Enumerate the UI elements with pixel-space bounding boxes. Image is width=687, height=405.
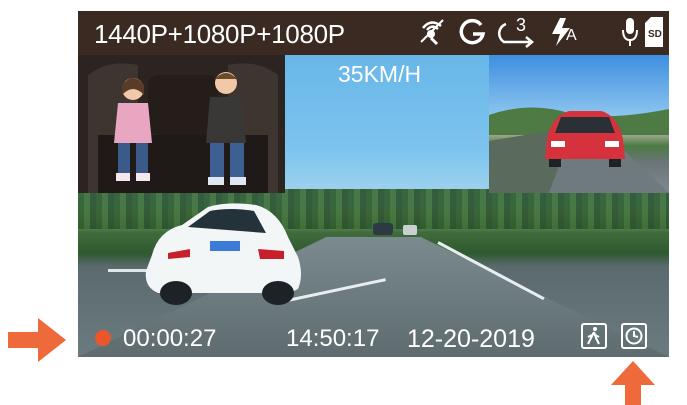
timelapse-clock-icon bbox=[621, 323, 647, 349]
up-arrow-icon bbox=[611, 361, 655, 405]
speed-readout: 35KM/H bbox=[338, 61, 422, 87]
g-sensor-icon bbox=[456, 15, 490, 49]
recording-indicator bbox=[95, 330, 111, 346]
left-arrow-icon bbox=[8, 318, 66, 362]
gps-icon bbox=[416, 15, 450, 49]
loop-minutes: 3 bbox=[516, 15, 527, 35]
recording-date: 12-20-2019 bbox=[407, 325, 535, 353]
white-car bbox=[145, 203, 301, 305]
rear-camera-inset bbox=[489, 55, 669, 193]
auto-flash-icon: A bbox=[544, 15, 578, 49]
loop-recording-icon: 3 bbox=[496, 15, 538, 49]
sd-card-icon: SD bbox=[642, 15, 666, 49]
parking-monitor-icon bbox=[581, 323, 607, 349]
sd-card-label: SD bbox=[648, 29, 662, 40]
distant-car bbox=[403, 225, 417, 235]
resolution-label: 1440P+1080P+1080P bbox=[94, 19, 345, 49]
dashcam-screen: 35KM/H 1440P+1080P+1080P 3 A SD 00:00:27… bbox=[78, 11, 669, 357]
distant-car bbox=[373, 223, 393, 235]
flash-mode-label: A bbox=[566, 27, 577, 44]
elapsed-time: 00:00:27 bbox=[123, 325, 217, 352]
recording-info-bar: 00:00:27 14:50:17 12-20-2019 bbox=[78, 317, 669, 357]
status-bar: 1440P+1080P+1080P 3 A SD bbox=[78, 11, 669, 55]
microphone-icon bbox=[618, 15, 642, 49]
cabin-interior bbox=[78, 55, 285, 193]
cabin-camera-inset bbox=[78, 55, 285, 193]
clock-time: 14:50:17 bbox=[286, 325, 380, 352]
rear-road-view bbox=[489, 107, 669, 193]
